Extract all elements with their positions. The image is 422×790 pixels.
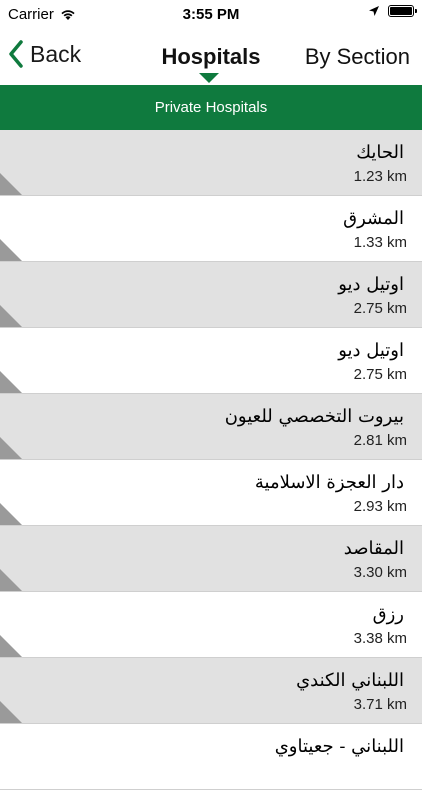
hospital-distance: 1.33 km bbox=[353, 234, 407, 251]
hospital-name: اللبناني الكندي bbox=[296, 670, 404, 691]
list-item[interactable]: اللبناني الكندي 3.71 km bbox=[0, 658, 422, 724]
hospital-name: اللبناني - جعيتاوي bbox=[274, 736, 404, 757]
hospital-list: الحايك 1.23 km المشرق 1.33 km اوتيل ديو … bbox=[0, 130, 422, 790]
list-item[interactable]: رزق 3.38 km bbox=[0, 592, 422, 658]
corner-fold-icon bbox=[0, 239, 22, 261]
hospital-distance: 1.23 km bbox=[353, 168, 407, 185]
hospital-distance: 3.71 km bbox=[353, 696, 407, 713]
corner-fold-icon bbox=[0, 437, 22, 459]
hospital-name: المشرق bbox=[343, 208, 404, 229]
section-title: Private Hospitals bbox=[154, 99, 268, 116]
hospital-distance: 2.93 km bbox=[353, 498, 407, 515]
hospital-name: المقاصد bbox=[343, 538, 404, 559]
status-time: 3:55 PM bbox=[182, 6, 240, 23]
battery-icon bbox=[388, 5, 417, 17]
list-item[interactable]: اوتيل ديو 2.75 km bbox=[0, 328, 422, 394]
by-section-button[interactable]: By Section bbox=[305, 44, 410, 70]
list-item[interactable]: الحايك 1.23 km bbox=[0, 130, 422, 196]
list-item[interactable]: اوتيل ديو 2.75 km bbox=[0, 262, 422, 328]
hospital-distance: 2.81 km bbox=[353, 432, 407, 449]
title-pointer-icon bbox=[199, 73, 219, 83]
hospital-distance: 2.75 km bbox=[353, 300, 407, 317]
corner-fold-icon bbox=[0, 569, 22, 591]
hospital-distance: 3.38 km bbox=[353, 630, 407, 647]
corner-fold-icon bbox=[0, 635, 22, 657]
corner-fold-icon bbox=[0, 371, 22, 393]
hospital-name: رزق bbox=[372, 604, 404, 625]
hospital-name: دار العجزة الاسلامية bbox=[254, 472, 404, 493]
list-item[interactable]: بيروت التخصصي للعيون 2.81 km bbox=[0, 394, 422, 460]
hospital-name: اوتيل ديو bbox=[338, 340, 404, 361]
status-bar: Carrier 3:55 PM bbox=[0, 0, 422, 30]
hospital-name: الحايك bbox=[356, 142, 404, 163]
corner-fold-icon bbox=[0, 305, 22, 327]
list-item[interactable]: دار العجزة الاسلامية 2.93 km bbox=[0, 460, 422, 526]
hospital-distance: 3.30 km bbox=[353, 564, 407, 581]
list-item[interactable]: المشرق 1.33 km bbox=[0, 196, 422, 262]
location-arrow-icon bbox=[369, 6, 379, 16]
corner-fold-icon bbox=[0, 503, 22, 525]
section-header: Private Hospitals bbox=[0, 85, 422, 130]
list-item[interactable]: المقاصد 3.30 km bbox=[0, 526, 422, 592]
corner-fold-icon bbox=[0, 173, 22, 195]
hospital-distance: 2.75 km bbox=[353, 366, 407, 383]
hospital-name: اوتيل ديو bbox=[338, 274, 404, 295]
status-right bbox=[368, 5, 417, 17]
nav-bar: Back Hospitals By Section bbox=[0, 30, 422, 85]
list-item[interactable]: اللبناني - جعيتاوي bbox=[0, 724, 422, 790]
hospital-name: بيروت التخصصي للعيون bbox=[224, 406, 404, 427]
corner-fold-icon bbox=[0, 701, 22, 723]
